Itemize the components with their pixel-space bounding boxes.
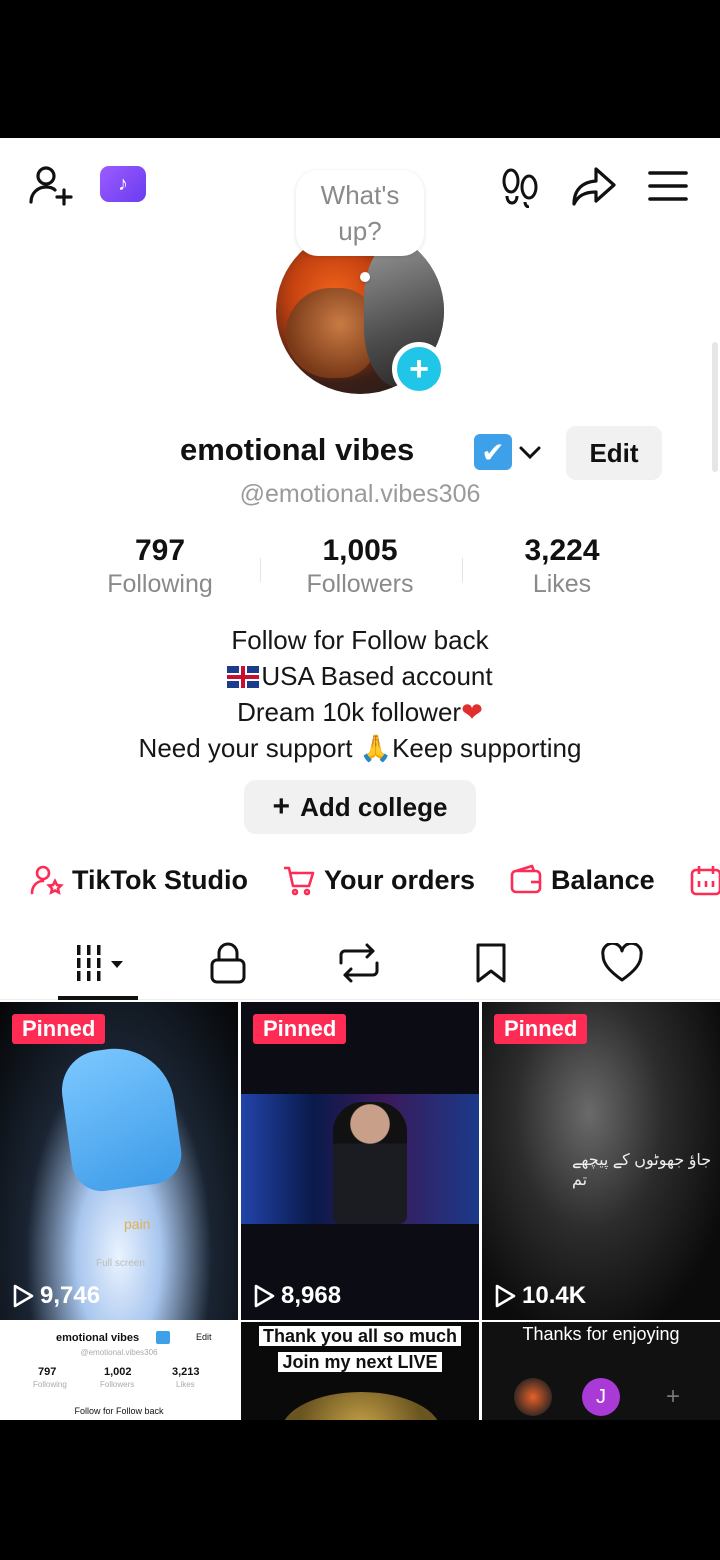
stat-divider [260, 558, 261, 582]
plus-icon: + [665, 1383, 680, 1410]
mini-stat-label: Likes [176, 1380, 195, 1389]
tab-favorites[interactable] [456, 938, 526, 988]
play-icon [495, 1284, 516, 1308]
view-count: 10.4K [494, 1282, 586, 1310]
tiktok-badge-icon[interactable]: ♪ [100, 166, 146, 202]
balance-link[interactable]: Balance [509, 863, 655, 897]
chevron-down-icon[interactable] [516, 438, 544, 471]
video-thumbnail-person [333, 1102, 407, 1224]
video-tile[interactable]: Pinned 8,968 [241, 1002, 479, 1320]
plus-icon: + [272, 790, 291, 823]
add-college-button[interactable]: + Add college [244, 780, 476, 834]
profile-name: emotional vibes [180, 432, 415, 467]
bio-line: Follow for Follow back [231, 625, 489, 655]
stat-divider [462, 558, 463, 582]
pinned-badge: Pinned [494, 1014, 588, 1044]
mini-stat-value: 3,213 [172, 1366, 200, 1378]
video-tile[interactable]: Thank you all so much Join my next LIVE [241, 1322, 479, 1420]
content-tabs [0, 928, 720, 1000]
cart-icon [284, 866, 315, 896]
mini-stat-label: Following [33, 1380, 67, 1389]
live-caption: Join my next LIVE [278, 1352, 442, 1372]
video-tile[interactable]: Thanks for enjoying J + [482, 1322, 720, 1420]
pinned-badge: Pinned [12, 1014, 106, 1044]
mini-profile-name: emotional vibes [56, 1332, 140, 1344]
add-friend-icon[interactable] [26, 162, 74, 210]
username-handle: @emotional.vibes306 [239, 480, 481, 508]
scrollbar[interactable] [712, 342, 718, 472]
lock-icon [210, 942, 246, 984]
stat-label: Likes [532, 570, 592, 598]
tab-private[interactable] [193, 938, 263, 988]
stat-label: Following [107, 570, 213, 598]
status-bubble-text: What's up? [320, 180, 400, 246]
mini-stat-value: 797 [38, 1366, 57, 1378]
stat-likes[interactable]: 3,224 Likes [482, 534, 642, 599]
heart-icon [601, 943, 643, 982]
video-tile[interactable]: جاؤ جھوٹوں کے پیچھے تم Pinned 10.4K [482, 1002, 720, 1320]
shortcut-row: TikTok Studio Your orders Balance [30, 856, 720, 904]
mini-stat-value: 1,002 [104, 1366, 132, 1378]
stat-following[interactable]: 797 Following [80, 534, 240, 599]
wallet-icon [510, 864, 542, 894]
mini-bio: Follow for Follow back [74, 1406, 164, 1416]
bio-line: Need your support 🙏Keep supporting [138, 733, 582, 763]
more-shortcut-link[interactable] [689, 863, 720, 897]
stat-value: 797 [134, 534, 186, 567]
tile-caption: pain [124, 1216, 151, 1232]
view-count: 8,968 [253, 1282, 341, 1310]
tab-reposts[interactable] [324, 938, 394, 988]
stat-label: Followers [306, 570, 414, 598]
person-star-icon [30, 865, 64, 895]
bio-line: Dream 10k follower❤ [237, 697, 483, 727]
mini-verified-icon [156, 1331, 170, 1344]
moon-graphic [281, 1392, 441, 1420]
pinned-badge: Pinned [253, 1014, 347, 1044]
avatar: J [582, 1378, 620, 1416]
play-icon [254, 1284, 275, 1308]
video-grid: pain Full screen Pinned 9,746 Pinned 8,9… [0, 1002, 720, 1420]
play-icon [13, 1284, 34, 1308]
add-college-label: Add college [300, 791, 448, 822]
avatar-art [286, 288, 376, 378]
footprints-icon[interactable] [496, 162, 544, 210]
red-heart-icon: ❤ [461, 697, 483, 727]
avatar [514, 1378, 552, 1416]
your-orders-link[interactable]: Your orders [282, 863, 475, 897]
profile-screen: ♪ What's up? + emotional vibes ✔ Edit @e… [0, 138, 720, 1420]
calendar-icon [690, 866, 720, 896]
edit-profile-button[interactable]: Edit [566, 426, 662, 480]
profile-bio: Follow for Follow back USA Based account… [0, 622, 720, 766]
stat-followers[interactable]: 1,005 Followers [280, 534, 440, 599]
videos-grid-icon [77, 945, 123, 981]
add-story-plus-icon[interactable]: + [392, 342, 446, 396]
praying-hands-icon: 🙏 [359, 733, 393, 763]
menu-icon[interactable] [644, 162, 692, 210]
tile-caption: جاؤ جھوٹوں کے پیچھے تم [572, 1152, 712, 1189]
stat-value: 1,005 [322, 534, 398, 567]
tab-liked[interactable] [587, 938, 657, 988]
video-tile[interactable]: pain Full screen Pinned 9,746 [0, 1002, 238, 1320]
bookmark-icon [476, 943, 506, 983]
view-count: 9,746 [12, 1282, 100, 1310]
mini-edit-label: Edit [196, 1332, 212, 1342]
tile-caption: Thanks for enjoying [522, 1324, 680, 1344]
mini-handle: @emotional.vibes306 [80, 1348, 158, 1357]
bubble-tail [360, 272, 370, 282]
tile-small-text: Full screen [96, 1258, 145, 1269]
uk-flag-icon [227, 666, 260, 688]
tab-videos[interactable] [66, 938, 136, 988]
live-caption: Thank you all so much [258, 1326, 462, 1346]
repost-icon [339, 943, 379, 983]
bio-line: USA Based account [0, 658, 720, 694]
stat-value: 3,224 [524, 534, 600, 567]
tiktok-studio-link[interactable]: TikTok Studio [30, 863, 248, 897]
video-tile[interactable]: emotional vibes Edit @emotional.vibes306… [0, 1322, 238, 1420]
active-tab-indicator [58, 996, 138, 1000]
share-icon[interactable] [570, 162, 618, 210]
mini-stat-label: Followers [100, 1380, 135, 1389]
status-bubble[interactable]: What's up? [296, 170, 424, 256]
check-mark-emoji-icon: ✔ [474, 434, 512, 470]
